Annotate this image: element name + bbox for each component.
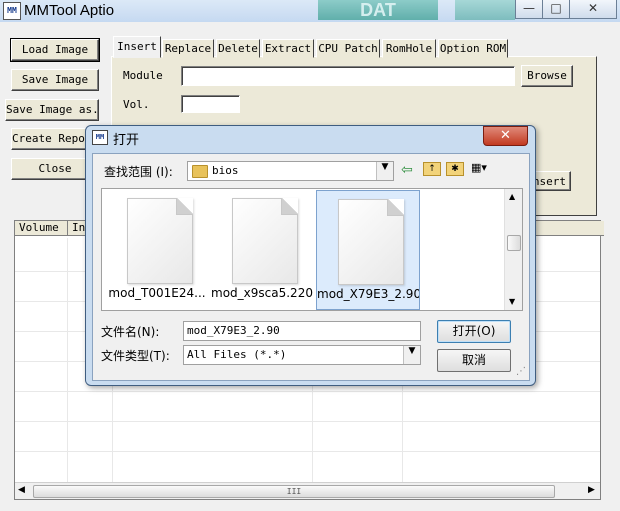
up-folder-icon[interactable]: ↑ (423, 162, 441, 176)
scroll-right-arrow-icon[interactable]: ▶ (588, 485, 595, 495)
dialog-body: 查找范围 (I): bios ▼ ⇦ ↑ ✱ ▦▾ mod_T001E24...… (92, 153, 530, 381)
dialog-title: 打开 (113, 133, 140, 148)
background-banner-strip (455, 0, 515, 20)
app-icon: MM (3, 2, 21, 20)
dialog-title-bar[interactable]: MM 打开 ✕ (86, 126, 535, 148)
title-bar[interactable]: MM MMTool Aptio DAT — □ ✕ (0, 0, 620, 23)
look-in-label: 查找范围 (I): (104, 165, 173, 179)
file-name: mod_X79E3_2.90 (317, 287, 419, 301)
file-item-selected[interactable]: mod_X79E3_2.90 (316, 190, 420, 310)
vertical-scrollbar[interactable]: ▲ ▼ (504, 189, 522, 310)
filename-value: mod_X79E3_2.90 (187, 324, 280, 337)
document-icon (338, 199, 404, 285)
module-label: Module (123, 69, 163, 82)
folder-icon (192, 165, 208, 178)
tab-extract[interactable]: Extract (262, 39, 314, 58)
close-window-button[interactable]: ✕ (569, 0, 617, 19)
save-image-as-button[interactable]: Save Image as.. (5, 99, 99, 121)
horizontal-scrollbar[interactable]: ◀ III ▶ (15, 482, 600, 499)
browse-button[interactable]: Browse (521, 65, 573, 87)
file-name: mod_x9sca5.220 (211, 286, 313, 300)
filetype-label: 文件类型(T): (101, 349, 170, 363)
maximize-button[interactable]: □ (542, 0, 570, 19)
grid-line (15, 391, 600, 392)
vol-input[interactable] (181, 95, 240, 113)
background-banner: DAT (318, 0, 438, 20)
scroll-up-arrow-icon[interactable]: ▲ (509, 192, 515, 201)
dialog-close-button[interactable]: ✕ (483, 126, 528, 146)
load-image-button[interactable]: Load Image (10, 38, 100, 62)
cancel-button[interactable]: 取消 (437, 349, 511, 372)
document-icon (232, 198, 298, 284)
resize-grip-icon[interactable]: ⋰ (516, 366, 528, 378)
document-icon (127, 198, 193, 284)
chevron-down-icon[interactable]: ▼ (376, 162, 393, 180)
filetype-dropdown[interactable]: All Files (*.*) ▼ (183, 345, 421, 365)
filename-input[interactable]: mod_X79E3_2.90 (183, 321, 421, 341)
tab-insert[interactable]: Insert (113, 36, 161, 58)
chevron-down-icon[interactable]: ▼ (403, 346, 420, 364)
view-menu-icon[interactable]: ▦▾ (467, 161, 491, 175)
back-arrow-icon[interactable]: ⇦ (401, 162, 413, 178)
vol-label: Vol. (123, 98, 150, 111)
dialog-app-icon: MM (92, 130, 108, 145)
save-image-button[interactable]: Save Image (11, 69, 99, 91)
filetype-value: All Files (*.*) (187, 348, 287, 361)
open-button[interactable]: 打开(O) (437, 320, 511, 343)
file-name: mod_T001E24... (108, 286, 206, 300)
new-folder-icon[interactable]: ✱ (446, 162, 464, 176)
grid-line (15, 451, 600, 452)
scroll-thumb[interactable]: III (33, 485, 555, 498)
file-item[interactable]: mod_T001E24... (106, 190, 208, 308)
tab-cpu-patch[interactable]: CPU Patch (316, 39, 380, 58)
filename-label: 文件名(N): (101, 325, 160, 339)
file-item[interactable]: mod_x9sca5.220 (211, 190, 313, 308)
open-file-dialog: MM 打开 ✕ 查找范围 (I): bios ▼ ⇦ ↑ ✱ ▦▾ mod_T0… (85, 125, 536, 386)
scroll-thumb[interactable] (507, 235, 521, 251)
look-in-dropdown[interactable]: bios ▼ (187, 161, 394, 181)
grid-line (15, 421, 600, 422)
tab-romhole[interactable]: RomHole (382, 39, 436, 58)
scroll-down-arrow-icon[interactable]: ▼ (509, 297, 515, 306)
tab-delete[interactable]: Delete (216, 39, 260, 58)
minimize-button[interactable]: — (515, 0, 543, 19)
tab-option-rom[interactable]: Option ROM (438, 39, 508, 58)
column-header-volume[interactable]: Volume (15, 221, 68, 236)
tab-replace[interactable]: Replace (162, 39, 214, 58)
file-list-pane[interactable]: mod_T001E24... mod_x9sca5.220 mod_X79E3_… (101, 188, 523, 311)
module-input[interactable] (181, 66, 515, 86)
window-title: MMTool Aptio (24, 2, 115, 19)
look-in-value: bios (212, 164, 239, 177)
scroll-left-arrow-icon[interactable]: ◀ (18, 485, 25, 495)
